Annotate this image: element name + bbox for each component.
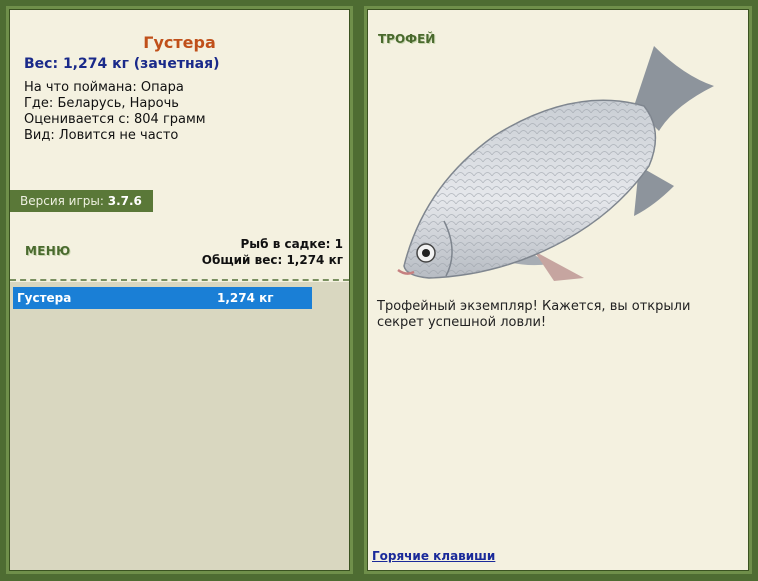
bait-info: На что поймана: Опара	[24, 80, 184, 95]
min-weight-label: Оценивается с:	[24, 112, 130, 127]
rarity-value: Ловится не часто	[58, 128, 179, 143]
hotkeys-link[interactable]: Горячие клавиши	[372, 549, 495, 563]
rarity-info: Вид: Ловится не часто	[24, 128, 178, 143]
bait-value: Опара	[140, 80, 184, 95]
version-value: 3.7.6	[107, 194, 142, 208]
min-weight-info: Оценивается с: 804 грамм	[24, 112, 206, 127]
dashed-divider	[10, 279, 349, 281]
menu-button[interactable]: МЕНЮ	[25, 244, 70, 258]
list-item[interactable]: Густера 1,274 кг	[13, 287, 312, 309]
keepnet-stats: Рыб в садке: 1 Общий вес: 1,274 кг	[202, 236, 343, 268]
catch-list: Густера 1,274 кг	[10, 282, 349, 570]
game-window: Густера Вес: 1,274 кг (зачетная) На что …	[0, 0, 758, 581]
location-info: Где: Беларусь, Нарочь	[24, 96, 179, 111]
catch-info-panel: Густера Вес: 1,274 кг (зачетная) На что …	[6, 6, 353, 574]
list-item-weight: 1,274 кг	[217, 291, 274, 305]
rarity-label: Вид:	[24, 128, 55, 143]
trophy-description: Трофейный экземпляр! Кажется, вы открыли…	[377, 299, 691, 330]
bait-label: На что поймана:	[24, 80, 137, 95]
fish-count: Рыб в садке: 1	[240, 237, 344, 251]
version-label: Версия игры:	[20, 194, 104, 208]
fish-weight: Вес: 1,274 кг (зачетная)	[24, 56, 220, 72]
list-item-name: Густера	[17, 291, 72, 305]
trophy-panel: ТРОФЕЙ Трофейный экземпляр! Кажется, вы …	[364, 6, 752, 574]
game-version-badge: Версия игры: 3.7.6	[10, 190, 153, 212]
min-weight-value: 804 грамм	[134, 112, 206, 127]
location-value: Беларусь, Нарочь	[57, 96, 179, 111]
bream-fish-image	[397, 46, 714, 281]
total-weight: Общий вес: 1,274 кг	[201, 253, 343, 267]
location-label: Где:	[24, 96, 54, 111]
fish-name-title: Густера	[143, 33, 216, 52]
